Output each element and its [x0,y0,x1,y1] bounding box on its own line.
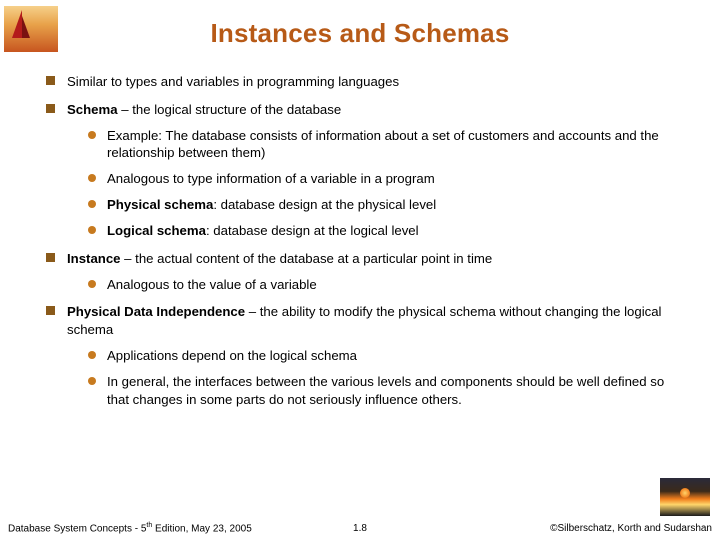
footer-left: Database System Concepts - 5th Edition, … [8,522,252,534]
round-bullet-icon [88,174,96,182]
subbullet-text: Physical schema: database design at the … [107,196,684,214]
round-bullet-icon [88,377,96,385]
bullet-schema: Schema – the logical structure of the da… [46,101,684,119]
footer-center: 1.8 [353,523,367,534]
subbullet-text: Analogous to type information of a varia… [107,170,684,188]
round-bullet-icon [88,200,96,208]
round-bullet-icon [88,280,96,288]
subbullet-text: In general, the interfaces between the v… [107,373,684,409]
square-bullet-icon [46,104,55,113]
subbullet-example: Example: The database consists of inform… [88,127,684,163]
bullet-similar: Similar to types and variables in progra… [46,73,684,91]
footer-right: ©Silberschatz, Korth and Sudarshan [550,523,712,534]
bullet-instance: Instance – the actual content of the dat… [46,250,684,268]
slide-title: Instances and Schemas [0,0,720,63]
subbullet-analogous-type: Analogous to type information of a varia… [88,170,684,188]
round-bullet-icon [88,351,96,359]
slide-content: Similar to types and variables in progra… [0,73,720,408]
square-bullet-icon [46,253,55,262]
subbullet-interfaces: In general, the interfaces between the v… [88,373,684,409]
bullet-physical-data-independence: Physical Data Independence – the ability… [46,303,684,339]
subbullet-applications-depend: Applications depend on the logical schem… [88,347,684,365]
subbullet-physical-schema: Physical schema: database design at the … [88,196,684,214]
round-bullet-icon [88,226,96,234]
subbullet-analogous-value: Analogous to the value of a variable [88,276,684,294]
square-bullet-icon [46,306,55,315]
logo-bottom-right [660,478,710,516]
subbullet-text: Analogous to the value of a variable [107,276,684,294]
bullet-text: Similar to types and variables in progra… [67,73,684,91]
subbullet-text: Applications depend on the logical schem… [107,347,684,365]
subbullet-text: Example: The database consists of inform… [107,127,684,163]
subbullet-text: Logical schema: database design at the l… [107,222,684,240]
bullet-text: Schema – the logical structure of the da… [67,101,684,119]
round-bullet-icon [88,131,96,139]
square-bullet-icon [46,76,55,85]
subbullet-logical-schema: Logical schema: database design at the l… [88,222,684,240]
logo-top-left [4,6,58,52]
bullet-text: Physical Data Independence – the ability… [67,303,684,339]
bullet-text: Instance – the actual content of the dat… [67,250,684,268]
